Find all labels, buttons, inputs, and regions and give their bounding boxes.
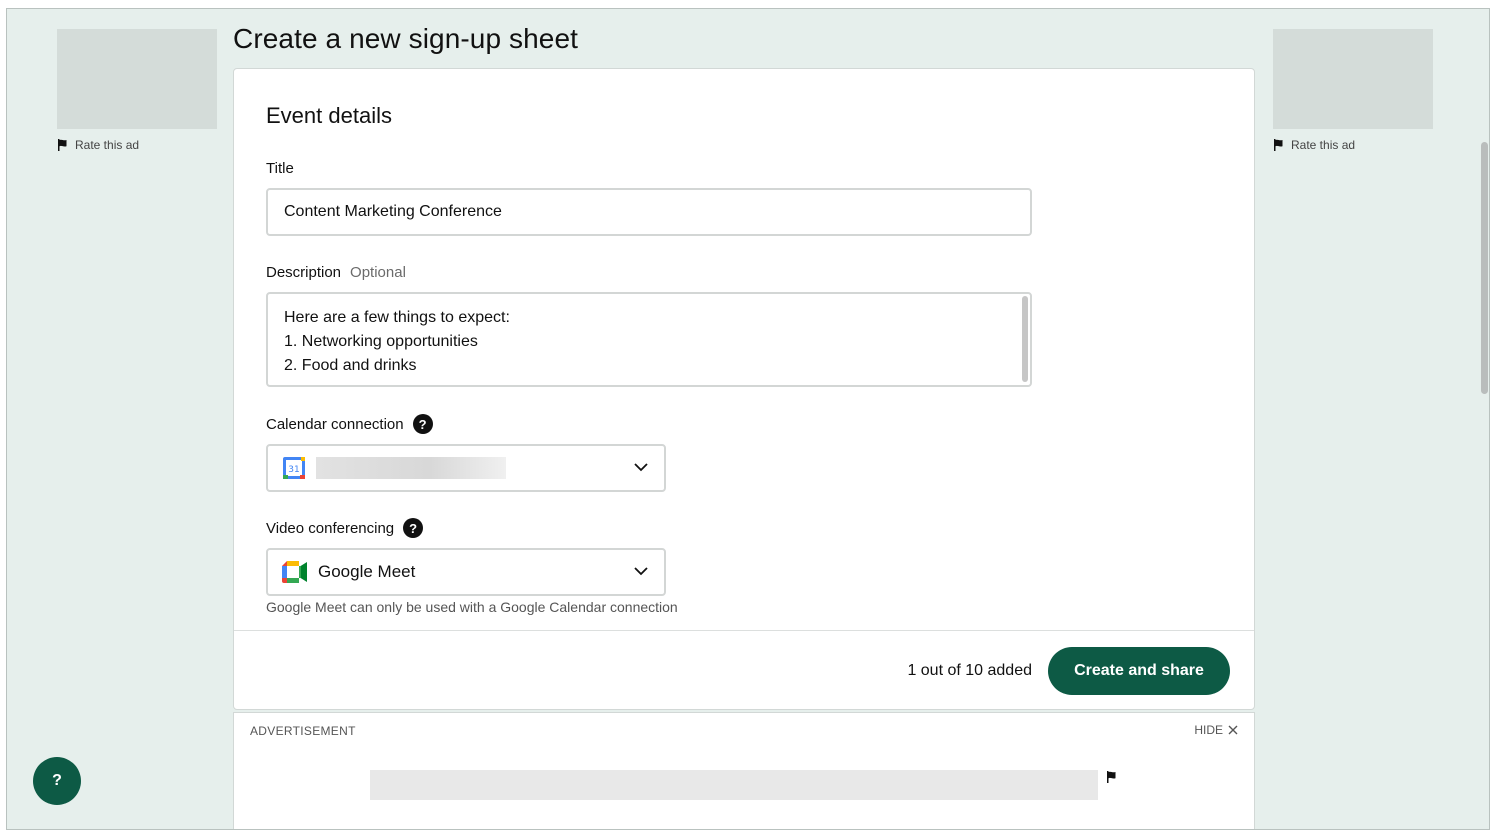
google-meet-icon (282, 561, 307, 583)
card-footer: 1 out of 10 added Create and share (234, 630, 1254, 711)
hide-label: HIDE (1194, 723, 1223, 737)
redacted-account (316, 457, 506, 479)
items-added-count: 1 out of 10 added (907, 662, 1032, 679)
description-line: 1. Networking opportunities (284, 333, 478, 350)
rate-ad-link[interactable]: Rate this ad (57, 138, 217, 152)
ad-banner-placeholder[interactable] (370, 770, 1098, 800)
help-icon[interactable]: ? (412, 414, 433, 434)
right-side-ad: Rate this ad (1273, 29, 1433, 152)
video-conferencing-select[interactable]: Google Meet (266, 548, 666, 596)
textarea-scrollbar[interactable] (1022, 296, 1028, 382)
video-selected-value: Google Meet (318, 562, 416, 581)
app-frame: Rate this ad Create a new sign-up sheet … (6, 8, 1490, 830)
page-title: Create a new sign-up sheet (233, 23, 579, 54)
svg-text:31: 31 (288, 465, 299, 475)
video-conferencing-label: Video conferencing ? (266, 518, 424, 538)
rate-ad-label: Rate this ad (1291, 138, 1356, 152)
flag-icon[interactable] (1106, 771, 1118, 783)
calendar-label-text: Calendar connection (266, 415, 404, 433)
title-label-text: Title (266, 160, 294, 177)
optional-tag: Optional (350, 264, 406, 281)
rate-ad-link[interactable]: Rate this ad (1273, 138, 1433, 152)
left-side-ad: Rate this ad (57, 29, 217, 152)
event-details-card: Event details Title Content Marketing Co… (233, 68, 1255, 710)
advertisement-label: ADVERTISEMENT (250, 724, 356, 738)
page-scrollbar[interactable] (1479, 9, 1489, 829)
close-icon (1228, 725, 1238, 735)
calendar-connection-select[interactable]: 31 (266, 444, 666, 492)
video-label-text: Video conferencing (266, 519, 395, 537)
title-label: Title (266, 160, 294, 177)
create-and-share-button[interactable]: Create and share (1048, 647, 1230, 695)
description-label-text: Description (266, 264, 342, 281)
description-line: Here are a few things to expect: (284, 309, 510, 326)
hide-ad-button[interactable]: HIDE (1194, 723, 1238, 737)
ad-image-placeholder[interactable] (1273, 29, 1433, 129)
description-textarea[interactable]: Here are a few things to expect: 1. Netw… (266, 292, 1032, 387)
bottom-advertisement: ADVERTISEMENT HIDE (233, 712, 1255, 829)
scrollbar-thumb[interactable] (1481, 142, 1488, 394)
description-line: 2. Food and drinks (284, 357, 417, 374)
chevron-down-icon (634, 463, 648, 472)
calendar-connection-label: Calendar connection ? (266, 414, 433, 434)
title-input[interactable]: Content Marketing Conference (266, 188, 1032, 236)
help-icon[interactable]: ? (403, 518, 424, 538)
chevron-down-icon (634, 567, 648, 576)
flag-icon (58, 139, 67, 151)
help-button[interactable]: ? (33, 757, 81, 805)
section-title: Event details (266, 103, 392, 128)
video-helper-text: Google Meet can only be used with a Goog… (266, 599, 678, 615)
ad-image-placeholder[interactable] (57, 29, 217, 129)
flag-icon (1274, 139, 1283, 151)
description-label: Description Optional (266, 264, 406, 281)
rate-ad-label: Rate this ad (75, 138, 140, 152)
google-calendar-icon: 31 (283, 457, 305, 479)
